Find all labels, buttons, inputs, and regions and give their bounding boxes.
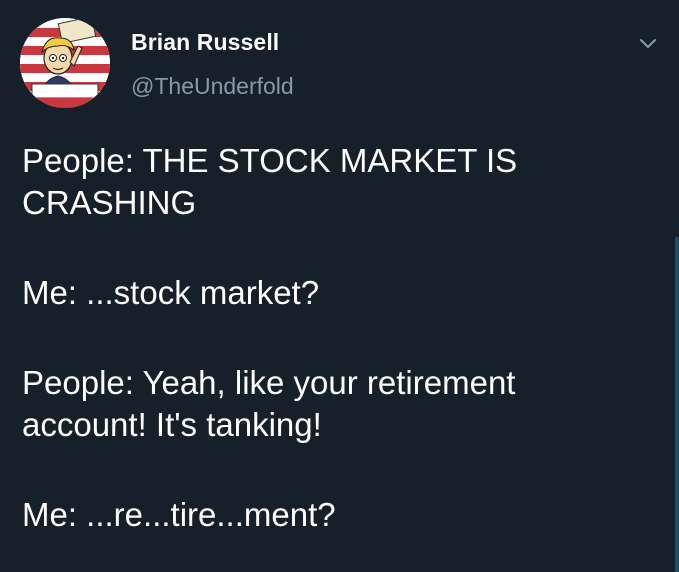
tweet-text-line: CRASHING bbox=[22, 184, 197, 221]
tweet-text-line: People: THE STOCK MARKET IS bbox=[22, 142, 518, 179]
chevron-down-icon[interactable] bbox=[637, 32, 659, 54]
tweet-text-line: Me: ...re...tire...ment? bbox=[22, 496, 336, 533]
tweet-text: People: THE STOCK MARKET IS CRASHING Me:… bbox=[22, 140, 642, 536]
avatar[interactable] bbox=[20, 18, 110, 108]
author-display-name[interactable]: Brian Russell bbox=[131, 29, 279, 56]
scrollbar[interactable] bbox=[675, 237, 679, 572]
author-handle[interactable]: @TheUnderfold bbox=[131, 73, 294, 100]
avatar-image bbox=[20, 18, 110, 108]
tweet: Brian Russell @TheUnderfold People: THE … bbox=[0, 0, 679, 572]
tweet-text-line: Me: ...stock market? bbox=[22, 274, 320, 311]
tweet-text-line: People: Yeah, like your retirement bbox=[22, 364, 516, 401]
tweet-text-line: account! It's tanking! bbox=[22, 406, 322, 443]
